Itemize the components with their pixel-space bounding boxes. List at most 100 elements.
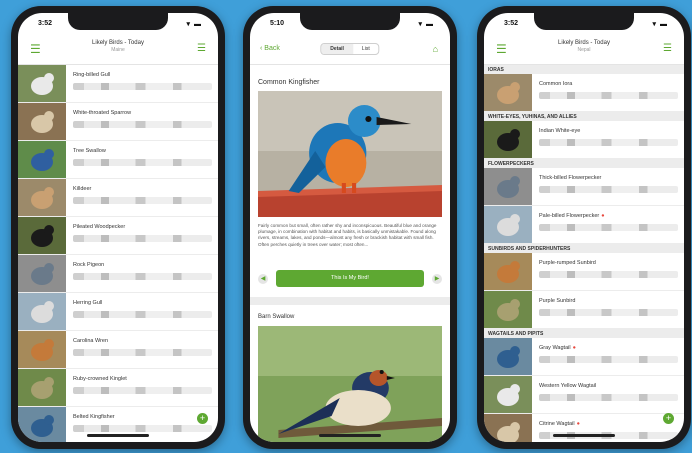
menu-icon[interactable]: ☰	[496, 43, 507, 55]
list-item-info: Ruby-crowned Kinglet	[66, 369, 218, 406]
add-icon[interactable]: +	[197, 413, 208, 424]
bird-name-row: Purple-rumped Sunbird	[539, 260, 678, 266]
bird-name-row: Pale-billed Flowerpecker ●	[539, 213, 678, 219]
list-item-info: Killdeer	[66, 179, 218, 216]
star-icon: ●	[601, 213, 605, 219]
next-arrow-icon[interactable]: ▶	[432, 273, 442, 284]
list-item[interactable]: Gray Wagtail ●	[484, 338, 684, 376]
bird-name: Purple-rumped Sunbird	[539, 260, 596, 266]
list-item[interactable]: Common Iora	[484, 74, 684, 112]
list-item-info: Purple Sunbird	[532, 291, 684, 328]
bird-name-row: Purple Sunbird	[539, 298, 678, 304]
bird-name: Purple Sunbird	[539, 298, 576, 304]
list-item[interactable]: Pale-billed Flowerpecker ●	[484, 206, 684, 244]
add-icon[interactable]: +	[663, 413, 674, 424]
bird-name: Western Yellow Wagtail	[539, 383, 597, 389]
back-button[interactable]: ‹ Back	[260, 45, 280, 52]
bird-name: Common Kingfisher	[258, 79, 320, 86]
bird-thumbnail	[18, 407, 66, 442]
bird-thumbnail	[18, 217, 66, 254]
phone-bird-detail: 5:10 ▾ ▬ ‹ Back Detail List ⌂ Common Kin…	[243, 6, 457, 449]
sonogram-bar	[539, 271, 678, 278]
list-item[interactable]: Killdeer	[18, 179, 218, 217]
list-item-info: Carolina Wren	[66, 331, 218, 368]
bird-name: Tree Swallow	[73, 148, 106, 154]
sonogram-bar	[539, 92, 678, 99]
bird-name: Indian White-eye	[539, 128, 581, 134]
filter-icon[interactable]: ☰	[197, 44, 206, 54]
menu-icon[interactable]: ☰	[30, 43, 41, 55]
bird-name: Ruby-crowned Kinglet	[73, 376, 127, 382]
bird-name-row: Common Iora	[539, 81, 678, 87]
list-item-info: Thick-billed Flowerpecker	[532, 168, 684, 205]
group-header: SUNBIRDS AND SPIDERHUNTERS	[484, 244, 684, 253]
sonogram-bar	[73, 311, 212, 318]
list-item[interactable]: Rock Pigeon	[18, 255, 218, 293]
list-item-info: Pileated Woodpecker	[66, 217, 218, 254]
list-item[interactable]: Citrine Wagtail ●	[484, 414, 684, 442]
list-item[interactable]: Carolina Wren	[18, 331, 218, 369]
home-indicator[interactable]	[87, 434, 149, 437]
list-item[interactable]: Purple-rumped Sunbird	[484, 253, 684, 291]
bird-name-row: Thick-billed Flowerpecker	[539, 175, 678, 181]
bird-thumbnail	[484, 253, 532, 290]
page-subtitle: Nepal	[577, 47, 591, 53]
list-item[interactable]: Thick-billed Flowerpecker	[484, 168, 684, 206]
list-item[interactable]: Western Yellow Wagtail	[484, 376, 684, 414]
bird-thumbnail	[18, 103, 66, 140]
home-indicator[interactable]	[319, 434, 381, 437]
bird-name: Carolina Wren	[73, 338, 109, 344]
group-header: WAGTAILS AND PIPITS	[484, 329, 684, 338]
list-item[interactable]: Herring Gull	[18, 293, 218, 331]
list-item[interactable]: Purple Sunbird	[484, 291, 684, 329]
list-item[interactable]: Ring-billed Gull	[18, 65, 218, 103]
notch	[68, 13, 168, 30]
sonogram-bar	[73, 349, 212, 356]
bird-thumbnail	[484, 121, 532, 158]
bird-name: Gray Wagtail	[539, 345, 571, 351]
list-item-info: Herring Gull	[66, 293, 218, 330]
list-item[interactable]: Ruby-crowned Kinglet	[18, 369, 218, 407]
sonogram-bar	[73, 83, 212, 90]
bird-name: Killdeer	[73, 186, 92, 192]
bird-name: White-throated Sparrow	[73, 110, 132, 116]
home-indicator[interactable]	[553, 434, 615, 437]
bird-name-row: Western Yellow Wagtail	[539, 383, 678, 389]
sonogram-bar	[73, 387, 212, 394]
this-is-my-bird-button[interactable]: This Is My Bird!	[276, 270, 424, 287]
tab-detail[interactable]: Detail	[321, 44, 353, 54]
bird-list[interactable]: IORAS Common Iora WHITE-EYES, YUHINAS, AND…	[484, 65, 684, 442]
nav-bar: ‹ Back Detail List ⌂	[250, 35, 450, 65]
phone-likely-birds: 3:52 ▾ ▬ ☰ Likely Birds - Today Maine ☰ …	[11, 6, 225, 449]
tab-list[interactable]: List	[353, 44, 379, 54]
list-item[interactable]: Indian White-eye	[484, 121, 684, 159]
bird-thumbnail	[484, 206, 532, 243]
bird-name: Pale-billed Flowerpecker	[539, 213, 600, 219]
filter-icon[interactable]: ☰	[663, 44, 672, 54]
sonogram-bar	[539, 394, 678, 401]
sonogram-bar	[73, 197, 212, 204]
view-toggle[interactable]: Detail List	[320, 43, 380, 55]
prev-arrow-icon[interactable]: ◀	[258, 273, 268, 284]
sonogram-bar	[539, 186, 678, 193]
sonogram-bar	[73, 159, 212, 166]
screen: 3:52 ▾ ▬ ☰ Likely Birds - Today Nepal ☰ …	[484, 13, 684, 442]
signal-icon: ▾ ▬	[418, 21, 434, 28]
list-item-info: Rock Pigeon	[66, 255, 218, 292]
list-item[interactable]: Tree Swallow	[18, 141, 218, 179]
screen: 3:52 ▾ ▬ ☰ Likely Birds - Today Maine ☰ …	[18, 13, 218, 442]
list-item[interactable]: White-throated Sparrow	[18, 103, 218, 141]
group-header: FLOWERPECKERS	[484, 159, 684, 168]
detail-content[interactable]: Common Kingfisher Fairly common but smal…	[250, 65, 450, 442]
list-item-info: Pale-billed Flowerpecker ●	[532, 206, 684, 243]
notch	[300, 13, 400, 30]
list-item[interactable]: Pileated Woodpecker	[18, 217, 218, 255]
page-title: Likely Birds - Today	[558, 40, 610, 46]
bird-list[interactable]: Ring-billed Gull White-throated Sparrow Tr…	[18, 65, 218, 442]
home-icon[interactable]: ⌂	[433, 44, 438, 54]
sonogram-bar	[73, 273, 212, 280]
bird-name: Rock Pigeon	[73, 262, 105, 268]
page-title: Likely Birds - Today	[92, 40, 144, 46]
list-item-info: Tree Swallow	[66, 141, 218, 178]
list-item-info: Western Yellow Wagtail	[532, 376, 684, 413]
